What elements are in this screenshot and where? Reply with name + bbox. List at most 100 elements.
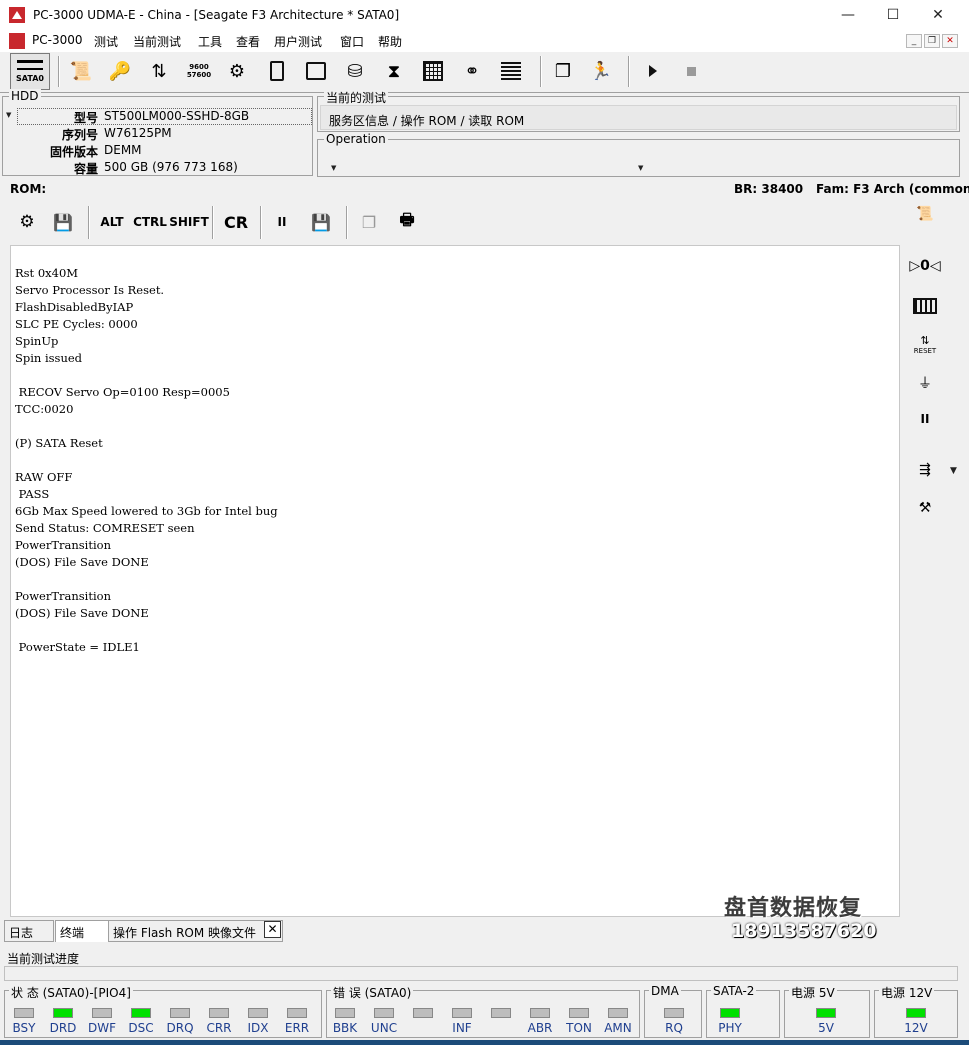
chip-icon[interactable] — [264, 58, 290, 84]
power-arrow-icon[interactable]: ⇶ — [912, 458, 938, 482]
key-icon[interactable]: 🔑 — [107, 58, 133, 84]
status-led-label: 12V — [904, 1021, 928, 1035]
status-led-unc — [374, 1008, 394, 1018]
status-led — [491, 1008, 511, 1018]
print-icon[interactable]: 🖶 — [394, 210, 420, 233]
power-switch-icon[interactable]: ⏚ — [912, 371, 938, 395]
menu-view[interactable]: 查看 — [236, 33, 260, 50]
terminal-line: Send Status: COMRESET seen — [15, 521, 195, 535]
dma-group-title: DMA — [649, 984, 681, 998]
menu-app-icon[interactable] — [9, 33, 25, 49]
status-led-label: RQ — [665, 1021, 683, 1035]
grid-table-icon[interactable] — [420, 58, 446, 84]
status-led-dwf — [92, 1008, 112, 1018]
tab-terminal[interactable]: 终端 — [55, 920, 110, 942]
power-12v-group: 电源 12V 12V — [874, 984, 958, 1038]
progress-label: 当前测试进度 — [7, 952, 80, 966]
terminal-line: PowerTransition — [15, 538, 111, 552]
disk-icon[interactable]: ⛁ — [342, 58, 368, 84]
menu-help[interactable]: 帮助 — [378, 33, 402, 50]
menu-current-test[interactable]: 当前测试 — [133, 33, 181, 50]
terminal-toolbar: ⚙ 💾 ALT CTRL SHIFT CR II 💾 ❐ 🖶 — [10, 203, 900, 241]
save-settings-icon[interactable]: 💾 — [50, 211, 76, 233]
reset-button[interactable]: ⇅ RESET — [912, 332, 938, 356]
scroll-info-icon[interactable]: 📜 — [68, 58, 94, 84]
sata-connector-icon — [17, 60, 43, 70]
tab-flash-rom-image[interactable]: 操作 Flash ROM 映像文件 — [108, 920, 283, 942]
operation-group: Operation ▼ ▼ — [317, 132, 960, 177]
status-led-5v — [816, 1008, 836, 1018]
sata2-group: SATA-2 PHY — [706, 984, 780, 1038]
operation-left-dropdown-icon[interactable]: ▼ — [331, 164, 336, 172]
mdi-restore-button[interactable]: ❐ — [924, 34, 940, 48]
stop-icon[interactable] — [678, 58, 704, 84]
status-led-label: ABR — [527, 1021, 553, 1035]
terminal-line: 6Gb Max Speed lowered to 3Gb for Intel b… — [15, 504, 278, 518]
minimize-button[interactable]: — — [825, 0, 871, 30]
hdd-capacity-row: 容量 500 GB (976 773 168) — [3, 159, 312, 176]
maximize-button[interactable]: ☐ — [870, 0, 916, 30]
zero-fill-icon[interactable]: ▷0◁ — [909, 254, 940, 278]
right-pause-button[interactable]: II — [912, 407, 938, 431]
power12-group-title: 电源 12V — [879, 984, 935, 1001]
hdd-firmware-value: DEMM — [104, 143, 142, 157]
menu-tools[interactable]: 工具 — [198, 33, 222, 50]
terminal-line: (DOS) File Save DONE — [15, 606, 149, 620]
tab-close-icon[interactable]: ✕ — [264, 921, 281, 938]
terminal-line: TCC:0020 — [15, 402, 74, 416]
status-led-label: CRR — [206, 1021, 232, 1035]
terminal-line: (P) SATA Reset — [15, 436, 103, 450]
mdi-minimize-button[interactable]: _ — [906, 34, 922, 48]
transfer-icon[interactable]: ⇅ — [146, 58, 172, 84]
close-button[interactable]: ✕ — [915, 0, 961, 30]
baud-rate-button[interactable]: 9600 57600 — [186, 58, 212, 84]
sata-group-title: SATA-2 — [711, 984, 757, 998]
right-panel-dropdown-icon[interactable]: ▼ — [950, 466, 957, 476]
alt-key-button[interactable]: ALT — [98, 211, 126, 233]
error-group-title: 错 误 (SATA0) — [331, 984, 414, 1001]
windows-cascade-icon[interactable]: ❐ — [550, 58, 576, 84]
shift-key-button[interactable]: SHIFT — [169, 211, 209, 233]
status-led-label: DRQ — [166, 1021, 194, 1035]
toolbar-separator — [260, 206, 262, 239]
run-figure-icon[interactable]: 🏃 — [588, 58, 614, 84]
chip-icon[interactable] — [912, 294, 938, 318]
clear-save-icon[interactable]: 💾 — [308, 211, 334, 233]
pause-button[interactable]: II — [272, 211, 292, 233]
gear-settings-icon[interactable]: ⚙ — [224, 58, 250, 84]
menu-test[interactable]: 测试 — [94, 33, 118, 50]
status-led-crr — [209, 1008, 229, 1018]
ctrl-key-button[interactable]: CTRL — [133, 211, 167, 233]
tab-log[interactable]: 日志 — [4, 920, 54, 942]
board-icon[interactable] — [303, 58, 329, 84]
menu-pc3000[interactable]: PC-3000 — [32, 33, 82, 47]
status-led-label: IDX — [247, 1021, 269, 1035]
operation-right-dropdown-icon[interactable]: ▼ — [638, 164, 643, 172]
mdi-close-button[interactable]: ✕ — [942, 34, 958, 48]
hdd-serial-label: 序列号 — [61, 128, 98, 142]
tools-icon[interactable]: ⚒ — [912, 496, 938, 520]
copy-icon[interactable]: ❐ — [356, 211, 382, 233]
hdd-firmware-row: 固件版本 DEMM — [3, 142, 312, 159]
terminal-output[interactable]: Rst 0x40M Servo Processor Is Reset. FlashD… — [10, 245, 900, 917]
list-lines-icon[interactable] — [498, 58, 524, 84]
status-led-inf — [452, 1008, 472, 1018]
cr-key-button[interactable]: CR — [222, 211, 250, 233]
scroll-info-icon[interactable]: 📜 — [912, 202, 938, 226]
gear-refresh-icon[interactable]: ⚙ — [14, 211, 40, 233]
current-test-group: 当前的测试 服务区信息 / 操作 ROM / 读取 ROM — [317, 89, 960, 132]
baud-rate-label: BR: 38400 — [734, 182, 804, 196]
sata0-port-button[interactable]: SATA0 — [10, 53, 50, 90]
hourglass-icon[interactable]: ⧗ — [381, 58, 407, 84]
hierarchy-icon[interactable]: ⚭ — [459, 58, 485, 84]
menu-window[interactable]: 窗口 — [340, 33, 364, 50]
status-led-phy — [720, 1008, 740, 1018]
sata0-label: SATA0 — [16, 74, 44, 83]
rom-label: ROM: — [10, 182, 47, 196]
toolbar-separator — [88, 206, 90, 239]
terminal-line: Servo Processor Is Reset. — [15, 283, 165, 297]
play-icon[interactable] — [640, 58, 666, 84]
status-led-ton — [569, 1008, 589, 1018]
menu-user-test[interactable]: 用户测试 — [274, 33, 322, 50]
window-title: PC-3000 UDMA-E - China - [Seagate F3 Arc… — [33, 8, 400, 22]
